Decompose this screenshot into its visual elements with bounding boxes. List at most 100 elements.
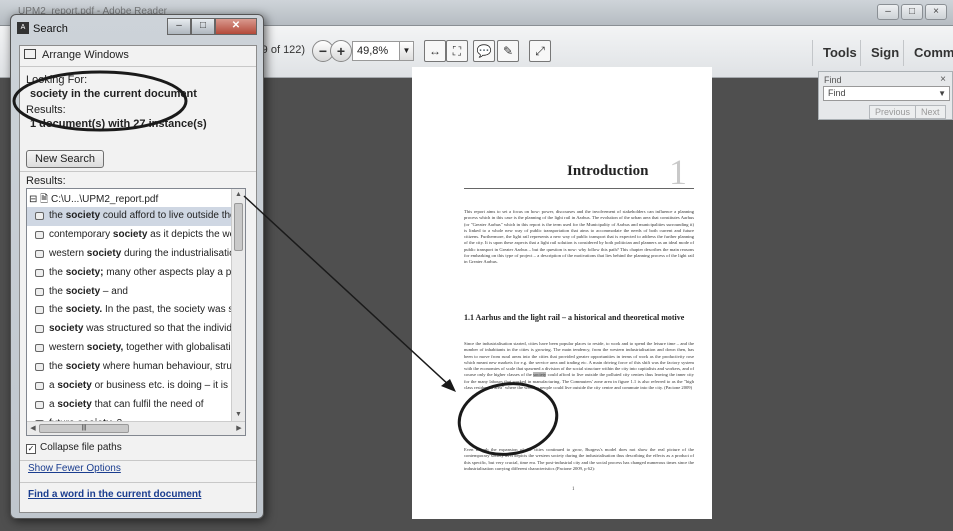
fullscreen-button[interactable]: ⤢ <box>529 40 551 62</box>
result-post: or business etc. is doing – it is alm <box>91 380 232 392</box>
find-word-link[interactable]: Find a word in the current document <box>28 489 201 500</box>
app-close-button[interactable]: × <box>925 4 947 20</box>
scroll-left-icon[interactable]: ◀ <box>27 422 39 435</box>
intro-paragraph: This report aims to set a focus on how: … <box>464 209 694 265</box>
window-icon <box>24 49 36 59</box>
result-term: society <box>49 323 84 335</box>
collapse-toggle-icon[interactable]: ⊟ <box>29 194 37 205</box>
section-paragraph: Since the industrialisation started, cit… <box>464 341 694 391</box>
zoom-in-button[interactable]: + <box>330 40 352 62</box>
result-pre: western <box>49 247 87 259</box>
chapter-rule <box>464 188 694 189</box>
comment-tab[interactable]: Comme <box>903 40 953 66</box>
results-list-label: Results: <box>26 175 66 187</box>
result-item[interactable]: western society, together with globalisa… <box>27 339 232 358</box>
result-term: society, <box>86 342 124 354</box>
result-link-icon <box>35 400 44 409</box>
section-heading: 1.1 Aarhus and the light rail – a histor… <box>464 313 685 322</box>
expand-icon: ⤢ <box>535 44 545 58</box>
new-search-button[interactable]: New Search <box>26 150 104 168</box>
find-next-button[interactable]: Next <box>915 105 946 119</box>
results-list: the society could afford to live outside… <box>27 207 232 435</box>
scroll-thumb[interactable]: ||| <box>39 424 129 433</box>
chapter-title: Introduction <box>567 163 649 179</box>
search-window-controls: – □ ✕ <box>167 18 257 35</box>
result-item[interactable]: western society during the industrialisa… <box>27 245 232 264</box>
result-link-icon <box>35 363 44 372</box>
result-pre: the <box>49 285 66 297</box>
result-term: society <box>86 247 122 259</box>
results-summary-label: Results: <box>26 104 66 116</box>
result-post: many other aspects play a part <box>103 266 232 278</box>
zoom-dropdown-button[interactable]: ▼ <box>400 41 414 61</box>
document-page: Introduction 1 This report aims to set a… <box>412 67 712 519</box>
pdf-file-icon: 🗎 <box>40 194 49 205</box>
plus-circle-icon: + <box>336 43 346 59</box>
result-item[interactable]: the society – and <box>27 283 232 302</box>
app-window-controls: – □ × <box>877 4 947 20</box>
results-vertical-scrollbar[interactable]: ▲ ▼ <box>231 189 245 421</box>
result-link-icon <box>35 325 44 334</box>
collapse-file-paths-checkbox[interactable]: ✓ Collapse file paths <box>26 442 122 454</box>
scroll-up-icon[interactable]: ▲ <box>232 189 245 201</box>
result-pre: the <box>49 361 66 373</box>
result-item[interactable]: a society or business etc. is doing – it… <box>27 377 232 396</box>
result-term: society <box>112 228 148 240</box>
scroll-down-icon[interactable]: ▼ <box>232 409 245 421</box>
minimize-button[interactable]: – <box>167 18 191 35</box>
result-item[interactable]: the society; many other aspects play a p… <box>27 264 232 283</box>
find-previous-button[interactable]: Previous <box>869 105 917 119</box>
looking-for-label: Looking For: <box>26 74 88 86</box>
result-term: society; <box>65 266 104 278</box>
fit-page-icon: ⛶ <box>452 44 462 58</box>
result-item[interactable]: society was structured so that the indiv… <box>27 320 232 339</box>
result-term: society <box>65 285 101 297</box>
results-summary-value: 1 document(s) with 27 instance(s) <box>30 118 207 130</box>
checkbox-icon[interactable]: ✓ <box>26 444 36 454</box>
find-input[interactable]: Find ▼ <box>823 86 950 101</box>
result-item[interactable]: the society could afford to live outside… <box>27 207 232 226</box>
result-post: together with globalisation <box>123 342 232 354</box>
result-link-icon <box>35 249 44 258</box>
close-button[interactable]: ✕ <box>215 18 257 35</box>
sign-button[interactable]: ✎ <box>497 40 519 62</box>
search-hit-highlight: society <box>533 372 547 378</box>
result-item[interactable]: the society where human behaviour, struc… <box>27 358 232 377</box>
find-label: Find <box>824 75 842 85</box>
arrange-windows-label: Arrange Windows <box>42 49 129 61</box>
sign-tab[interactable]: Sign <box>860 40 909 66</box>
divider <box>20 460 256 461</box>
result-post: could afford to live outside the <box>100 210 232 221</box>
section-paragraph-2: Even though the expansion of the cities … <box>464 447 694 471</box>
result-post: during the industrialisation <box>121 247 232 259</box>
chapter-number: 1 <box>669 152 687 192</box>
maximize-button[interactable]: □ <box>191 18 215 35</box>
page-number: 1 <box>572 487 575 492</box>
speech-bubble-icon: 💬 <box>476 44 492 58</box>
arrange-windows-button[interactable]: Arrange Windows <box>24 49 129 61</box>
result-link-icon <box>35 212 44 220</box>
fit-page-button[interactable]: ⛶ <box>446 40 468 62</box>
comment-button[interactable]: 💬 <box>473 40 495 62</box>
result-item[interactable]: a society that can fulfil the need of <box>27 396 232 415</box>
results-tree[interactable]: ⊟ 🗎 C:\U...\UPM2_report.pdf the society … <box>26 188 246 436</box>
app-maximize-button[interactable]: □ <box>901 4 923 20</box>
fit-width-button[interactable]: ↔ <box>424 40 446 62</box>
result-item[interactable]: the society. In the past, the society wa… <box>27 301 232 320</box>
show-fewer-options-link[interactable]: Show Fewer Options <box>28 463 121 474</box>
close-icon: × <box>940 74 946 85</box>
result-post: In the past, the society was stru <box>102 304 232 316</box>
find-close-button[interactable]: × <box>940 74 946 85</box>
chevron-down-icon: ▼ <box>402 46 411 55</box>
chevron-down-icon[interactable]: ▼ <box>938 87 946 100</box>
search-panel: Arrange Windows Looking For: society in … <box>19 45 257 513</box>
zoom-input[interactable]: 49,8% <box>352 41 400 61</box>
scroll-thumb[interactable] <box>234 203 243 251</box>
result-item[interactable]: contemporary society as it depicts the w… <box>27 226 232 245</box>
tools-tab[interactable]: Tools <box>812 40 867 66</box>
scroll-right-icon[interactable]: ▶ <box>233 422 245 435</box>
results-horizontal-scrollbar[interactable]: ◀ ||| ▶ <box>27 421 245 435</box>
result-post: was structured so that the individua <box>83 323 232 335</box>
app-minimize-button[interactable]: – <box>877 4 899 20</box>
result-link-icon <box>35 287 44 296</box>
